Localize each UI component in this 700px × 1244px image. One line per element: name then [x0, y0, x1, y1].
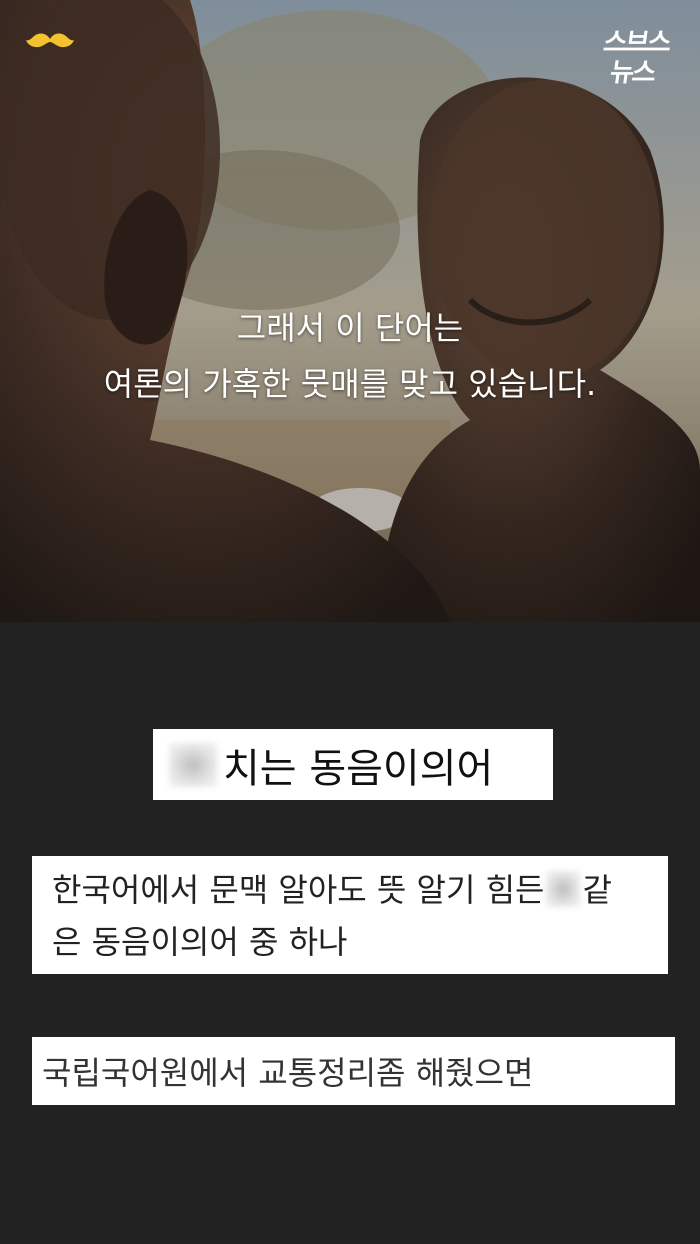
mustache-icon [26, 33, 74, 48]
quote-card-title: 치는 동음이의어 [153, 729, 553, 800]
blurred-word [169, 742, 217, 787]
comment-line1: 한국어에서 문맥 알아도 뜻 알기 힘든 같 [52, 864, 668, 916]
sbs-news-logo: 스브스 뉴스 [590, 28, 679, 92]
comment-line1-before: 한국어에서 문맥 알아도 뜻 알기 힘든 [52, 871, 545, 909]
caption-line1: 그래서 이 단어는 [236, 309, 464, 347]
comment-line2: 은 동음이의어 중 하나 [52, 923, 348, 961]
logo-line1: 스브스 [601, 28, 672, 58]
blurred-word [546, 871, 581, 907]
caption-line2: 여론의 가혹한 뭇매를 맞고 있습니다. [103, 365, 597, 403]
comment-line1-after: 같 [582, 871, 612, 909]
logo-line2: 뉴스 [608, 58, 657, 88]
quote-card-request: 국립국어원에서 교통정리좀 해줬으면 [32, 1037, 675, 1105]
quote-card-request-text: 국립국어원에서 교통정리좀 해줬으면 [42, 1054, 534, 1092]
quote-card-title-text: 치는 동음이의어 [223, 745, 494, 792]
hero-caption: 그래서 이 단어는 여론의 가혹한 뭇매를 맞고 있습니다. [0, 300, 700, 412]
quote-card-comment: 한국어에서 문맥 알아도 뜻 알기 힘든 같 은 동음이의어 중 하나 [32, 856, 668, 974]
